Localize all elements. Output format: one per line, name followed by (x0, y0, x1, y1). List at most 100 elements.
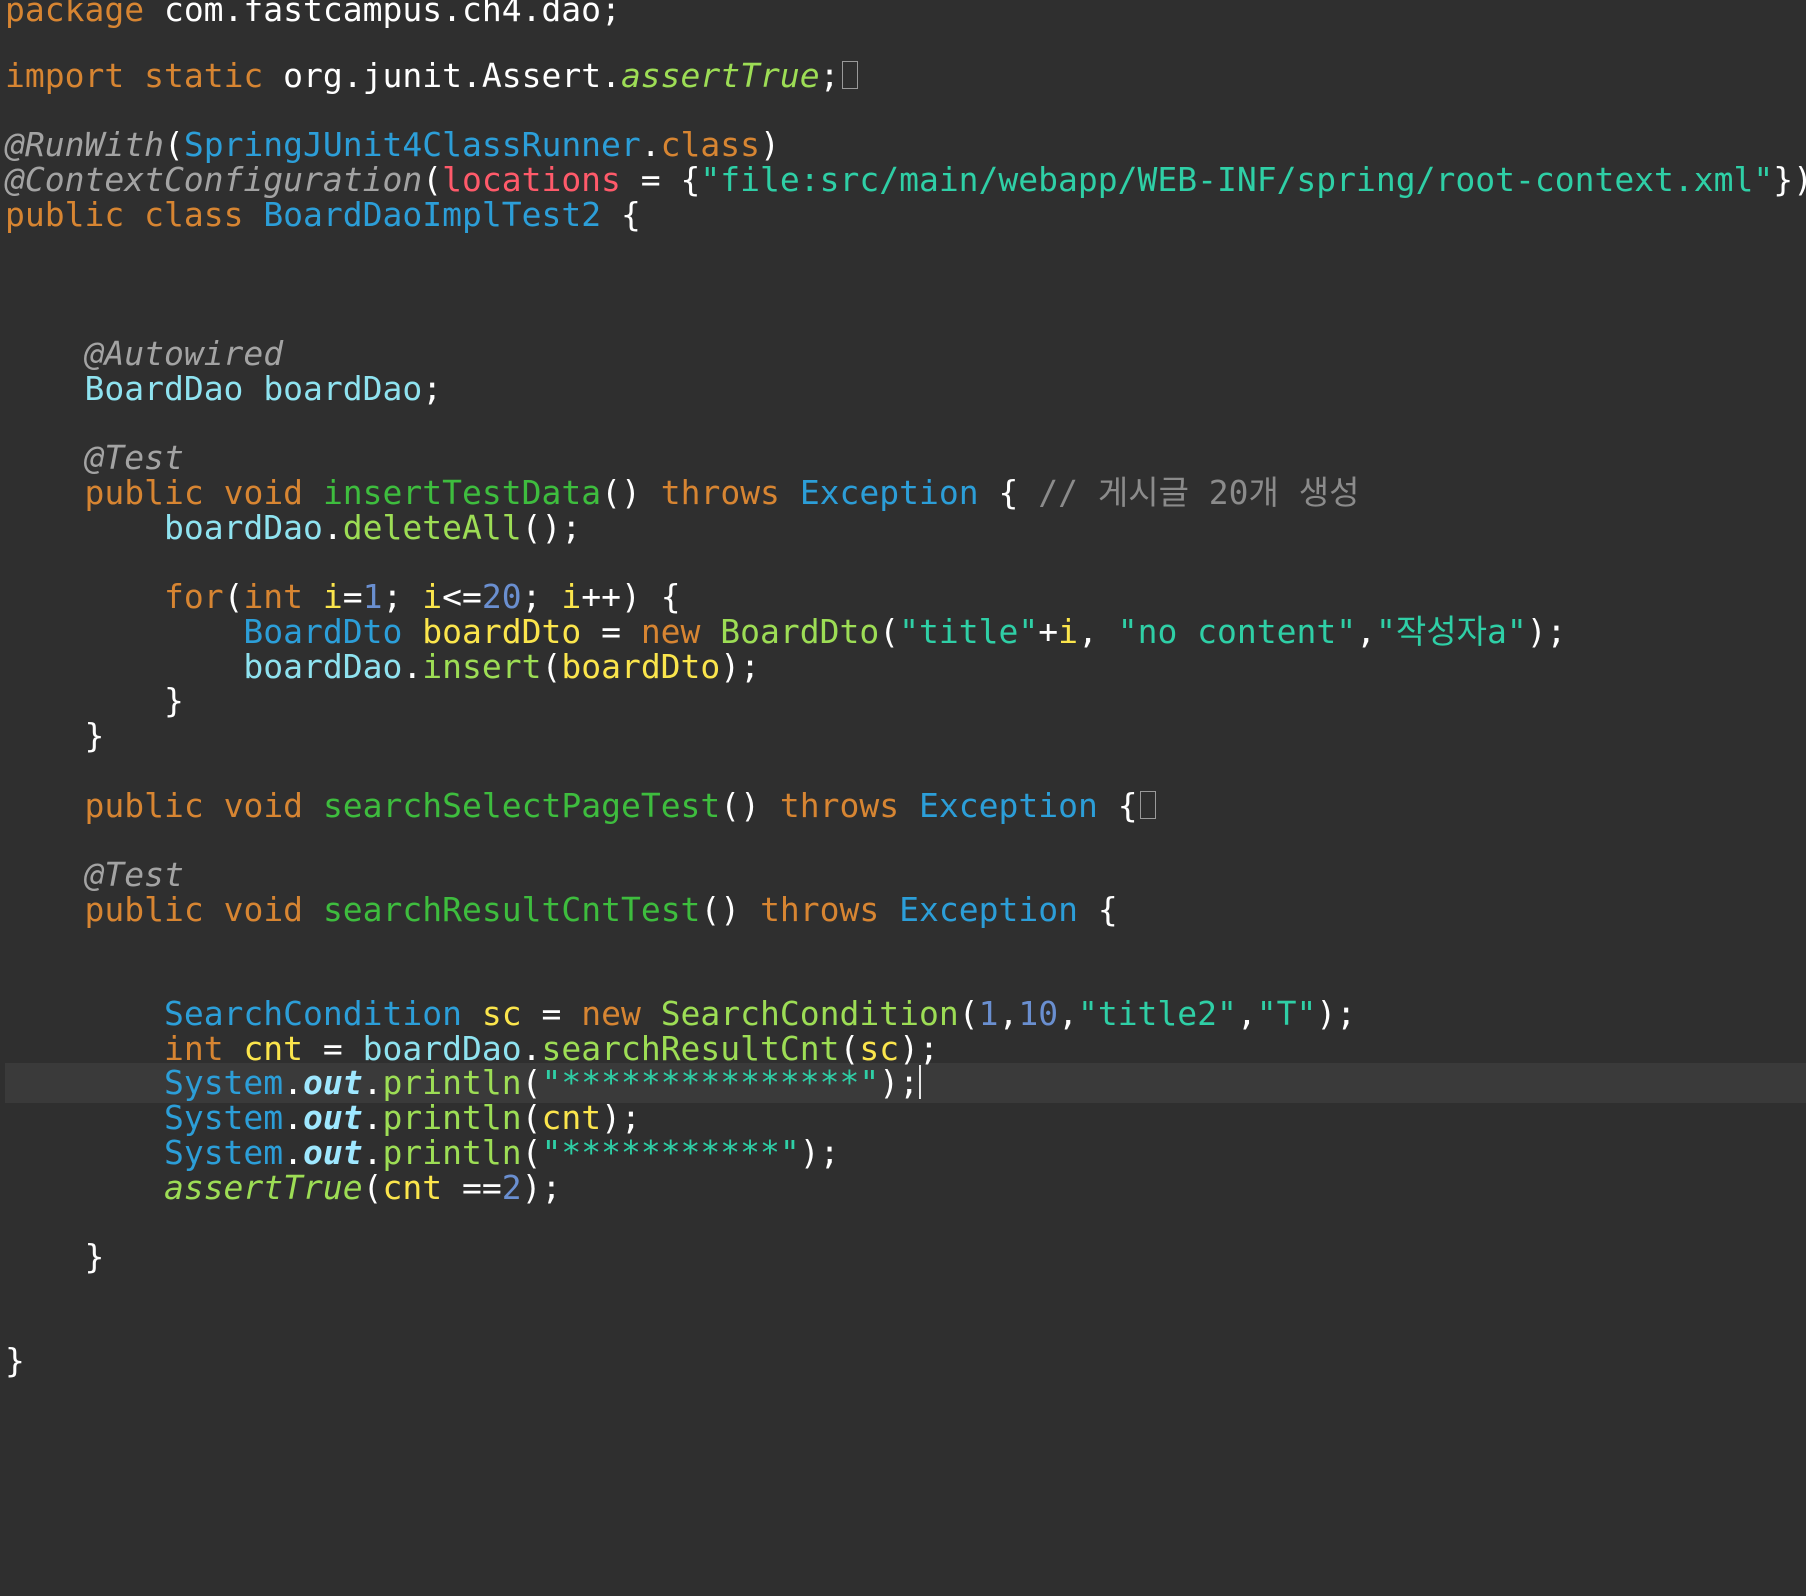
method-call-println: println (382, 1098, 522, 1137)
paren-semi: ); (720, 647, 761, 686)
dot: . (283, 1063, 304, 1102)
close-brace: } (5, 1341, 25, 1380)
parens: () (601, 473, 641, 512)
folded-code-icon[interactable] (1139, 790, 1156, 819)
string-title: "title" (899, 612, 1039, 651)
comma: , (1058, 994, 1078, 1033)
code-line-close-insert-method[interactable]: } (5, 716, 104, 756)
dot: . (362, 1098, 383, 1137)
dot: . (283, 1098, 304, 1137)
code-line-println-stars-1[interactable]: System.out.println("***************"); (5, 1063, 921, 1103)
constructor-board-dto: BoardDto (720, 612, 880, 651)
keyword-new: new (581, 994, 641, 1033)
string-title2: "title2" (1077, 994, 1237, 1033)
code-line-close-class[interactable]: } (5, 1341, 25, 1381)
static-field-out: out (303, 1063, 363, 1102)
paren: ( (958, 994, 979, 1033)
field-name: boardDao (263, 369, 423, 408)
code-line-for-loop[interactable]: for(int i=1; i<=20; i++) { (5, 577, 681, 617)
keyword-import: import (5, 56, 125, 95)
code-line-runwith[interactable]: @RunWith(SpringJUnit4ClassRunner.class) (5, 125, 780, 165)
code-line-new-board-dto[interactable]: BoardDto boardDto = new BoardDto("title"… (5, 612, 1566, 652)
code-line-field[interactable]: BoardDao boardDao; (5, 369, 442, 409)
semicolon: ; (819, 56, 840, 95)
open-brace: { (1117, 786, 1138, 825)
increment: ++ (581, 577, 622, 616)
package-path: com.fastcampus.ch4.dao; (144, 0, 621, 29)
open-brace: { (998, 473, 1019, 512)
loop-var: i (322, 577, 343, 616)
close-brace: } (84, 1237, 105, 1276)
static-field-out: out (303, 1133, 363, 1172)
paren: ( (521, 1063, 542, 1102)
code-line-context-configuration[interactable]: @ContextConfiguration(locations = {"file… (5, 160, 1806, 200)
exception-type: Exception (899, 890, 1078, 929)
code-line-assert[interactable]: assertTrue(cnt ==2); (5, 1168, 561, 1208)
code-line-import[interactable]: import static org.junit.Assert.assertTru… (5, 56, 858, 96)
import-method: assertTrue (620, 56, 820, 95)
code-line-autowired[interactable]: @Autowired (5, 334, 283, 374)
code-line-println-cnt[interactable]: System.out.println(cnt); (5, 1098, 641, 1138)
open-brace: { (1097, 890, 1118, 929)
code-line-search-result-cnt-method[interactable]: public void searchResultCntTest() throws… (5, 890, 1118, 930)
paren: ( (362, 1168, 383, 1207)
local-board-dto: boardDto (561, 647, 721, 686)
code-editor[interactable]: package com.fastcampus.ch4.dao; import s… (0, 0, 1806, 1596)
close-paren-brace: ) { (621, 577, 681, 616)
paren-semi: ); (521, 1168, 562, 1207)
field-type: BoardDao (84, 369, 244, 408)
string-t: "T" (1256, 994, 1317, 1033)
dot: . (283, 1133, 304, 1172)
code-line-test-annotation[interactable]: @Test (5, 438, 184, 478)
keyword-throws: throws (660, 473, 780, 512)
annotation-autowired: @Autowired (84, 334, 284, 373)
code-line-close-for[interactable]: } (5, 681, 184, 721)
loop-var: i (1058, 612, 1078, 651)
keyword-class: class (660, 125, 761, 164)
parens: () (720, 786, 761, 825)
code-line-class-declaration[interactable]: public class BoardDaoImplTest2 { (5, 195, 641, 235)
assign: = (581, 612, 641, 651)
folded-code-icon[interactable] (841, 60, 858, 89)
keyword-void: void (223, 473, 304, 512)
dot: . (362, 1063, 383, 1102)
code-line-search-condition[interactable]: SearchCondition sc = new SearchCondition… (5, 994, 1356, 1034)
paren: ( (422, 160, 443, 199)
exception-type: Exception (799, 473, 979, 512)
location-string: "file:src/main/webapp/WEB-INF/spring/roo… (700, 160, 1774, 199)
comma: , (1236, 994, 1257, 1033)
keyword-package: package (5, 0, 145, 29)
paren-semi: ); (799, 1133, 840, 1172)
local-cnt: cnt (382, 1168, 443, 1207)
number-20: 20 (481, 577, 522, 616)
field-ref: boardDao (163, 508, 323, 547)
static-field-out: out (303, 1098, 363, 1137)
code-line-delete-all[interactable]: boardDao.deleteAll(); (5, 508, 581, 548)
keyword-class: class (144, 195, 244, 234)
paren: ( (879, 612, 900, 651)
field-ref: boardDao (243, 647, 403, 686)
keyword-static: static (144, 56, 264, 95)
annotation-test: @Test (84, 438, 184, 477)
code-line-search-select-page[interactable]: public void searchSelectPageTest() throw… (5, 786, 1156, 826)
code-line-close-method[interactable]: } (5, 1237, 104, 1277)
code-line-1[interactable]: package com.fastcampus.ch4.dao; (5, 0, 621, 30)
annotation-context-configuration: @ContextConfiguration (5, 160, 423, 199)
call-end: (); (521, 508, 582, 547)
class-system: System (163, 1133, 284, 1172)
comma: , (1356, 612, 1376, 651)
string-stars-11: "***********" (541, 1133, 800, 1172)
keyword-void: void (223, 890, 304, 929)
paren-semi: ); (601, 1098, 641, 1137)
annotation-test: @Test (84, 855, 184, 894)
keyword-throws: throws (779, 786, 900, 825)
text-caret (919, 1064, 921, 1099)
semicolon: ; (382, 577, 423, 616)
plus: + (1038, 612, 1059, 651)
class-system: System (163, 1063, 284, 1102)
code-line-insert-method[interactable]: public void insertTestData() throws Exce… (5, 473, 1359, 513)
code-line-test-annotation-2[interactable]: @Test (5, 855, 184, 895)
code-line-println-stars-2[interactable]: System.out.println("***********"); (5, 1133, 840, 1173)
annotation-runwith: @RunWith (5, 125, 164, 164)
dot: . (362, 1133, 383, 1172)
